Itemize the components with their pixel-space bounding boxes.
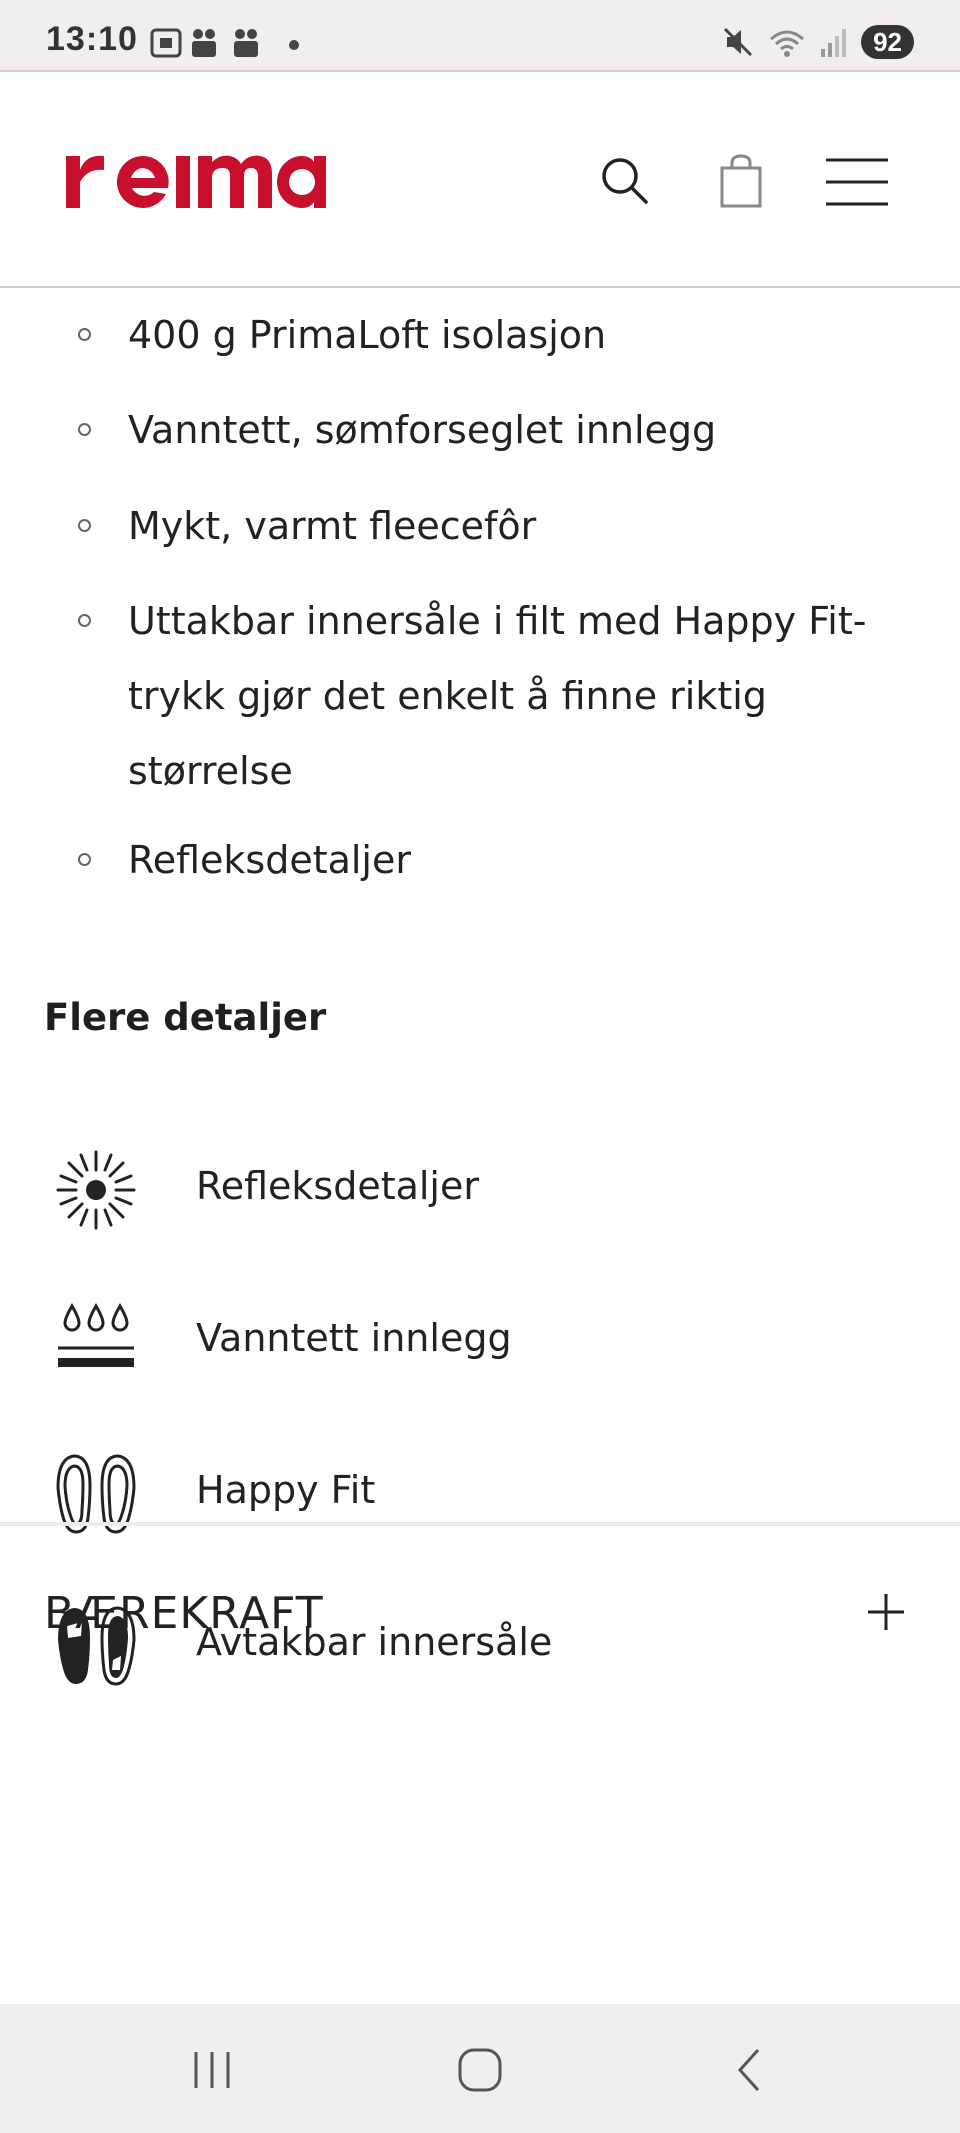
list-item-text: Mykt, varmt fleecefôr [128, 504, 537, 548]
bullet-marker [78, 328, 91, 341]
waterproof-icon [58, 1303, 134, 1367]
menu-icon[interactable] [824, 152, 890, 212]
battery-indicator: 92 [861, 25, 914, 59]
signal-icon [821, 29, 847, 57]
feature-label: Vanntett innlegg [196, 1316, 512, 1360]
accordion-title[interactable]: BÆREKRAFT [44, 1588, 324, 1639]
list-item-text: Uttakbar innersåle i filt med Happy Fit-… [128, 599, 867, 793]
feature-row-waterproof: Vanntett innlegg [44, 1300, 924, 1400]
list-item-text: Vanntett, sømforseglet innlegg [128, 408, 717, 452]
status-bar: 13:10 92 [0, 0, 960, 72]
reima-logo[interactable] [66, 142, 326, 212]
wifi-icon [770, 30, 805, 57]
feature-label: Refleksdetaljer [196, 1164, 479, 1208]
reflector-icon [56, 1150, 136, 1230]
search-icon[interactable] [596, 152, 656, 212]
bullet-marker [78, 853, 91, 866]
section-title: Flere detaljer [44, 996, 327, 1039]
list-item: 400 g PrimaLoft isolasjon [78, 298, 918, 373]
system-nav-bar [0, 2004, 960, 2133]
recent-apps-icon[interactable] [182, 2040, 242, 2100]
site-header [0, 72, 960, 288]
expand-plus-icon[interactable] [856, 1582, 916, 1642]
notification-icons [150, 28, 299, 58]
status-time: 13:10 [46, 20, 138, 58]
list-item-text: 400 g PrimaLoft isolasjon [128, 313, 607, 357]
list-item: Mykt, varmt fleecefôr [78, 489, 918, 564]
list-item-text: Refleksdetaljer [128, 838, 411, 882]
list-item: Uttakbar innersåle i filt med Happy Fit-… [78, 584, 918, 809]
back-icon[interactable] [720, 2040, 780, 2100]
list-item: Refleksdetaljer [78, 823, 918, 898]
bullet-marker [78, 519, 91, 532]
feature-row-reflector: Refleksdetaljer [44, 1148, 924, 1248]
mute-icon [724, 27, 753, 57]
sustainability-accordion[interactable]: BÆREKRAFT [0, 1526, 960, 1716]
shopping-bag-icon[interactable] [712, 152, 772, 212]
bullet-marker [78, 423, 91, 436]
bullet-marker [78, 614, 91, 627]
feature-label: Happy Fit [196, 1468, 376, 1512]
home-icon[interactable] [450, 2040, 510, 2100]
list-item: Vanntett, sømforseglet innlegg [78, 393, 918, 468]
